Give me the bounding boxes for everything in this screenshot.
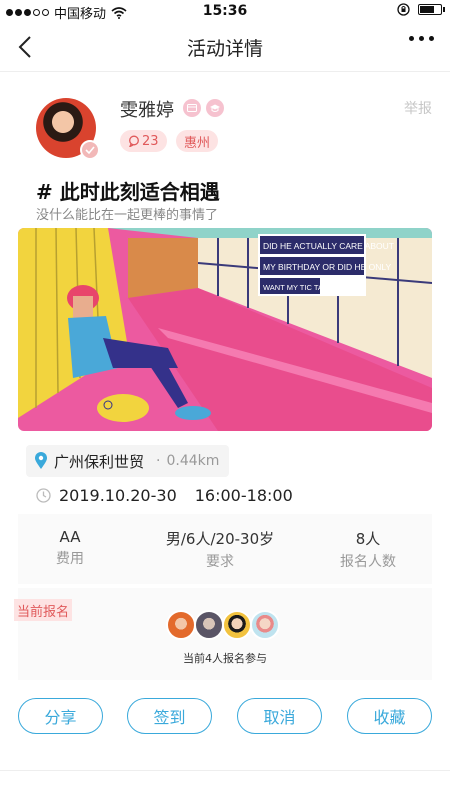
signup-count-value: 8人 xyxy=(355,530,381,548)
activity-hours: 16:00-18:00 xyxy=(194,486,293,505)
battery-icon xyxy=(418,4,445,15)
avatar[interactable] xyxy=(194,610,224,640)
participant-avatars[interactable] xyxy=(166,610,280,640)
message-count-tag: 23 xyxy=(120,130,167,152)
report-link[interactable]: 举报 xyxy=(404,98,432,118)
checkin-button[interactable]: 签到 xyxy=(127,698,212,734)
location-pin-icon xyxy=(35,452,47,469)
graduate-cap-icon xyxy=(206,99,224,117)
activity-date: 2019.10.20-30 xyxy=(59,486,177,505)
fee-info: AA 费用 xyxy=(40,528,100,568)
signup-label: 当前报名 xyxy=(14,599,73,621)
requirement-label: 要求 xyxy=(206,554,234,570)
requirement-info: 男/6人/20-30岁 要求 xyxy=(145,528,295,571)
bottom-divider xyxy=(0,770,450,771)
fee-label: 费用 xyxy=(56,551,84,567)
favorite-button[interactable]: 收藏 xyxy=(347,698,432,734)
info-panel: AA 费用 男/6人/20-30岁 要求 8人 报名人数 xyxy=(18,514,432,584)
clock-icon xyxy=(36,488,51,503)
location-distance: 0.44km xyxy=(166,453,220,469)
location-separator: · xyxy=(156,453,161,469)
vip-card-icon xyxy=(183,99,201,117)
share-button[interactable]: 分享 xyxy=(18,698,103,734)
cover-caption-line-1: DID HE ACTUALLY CARE ABOUT xyxy=(263,241,394,251)
avatar-verified-icon xyxy=(80,140,100,160)
time-row: 2019.10.20-30 16:00-18:00 xyxy=(36,486,293,505)
fee-value: AA xyxy=(59,528,81,546)
more-dots-icon[interactable] xyxy=(409,36,434,41)
message-count: 23 xyxy=(142,133,159,149)
activity-cover-image[interactable]: DID HE ACTUALLY CARE ABOUT MY BIRTHDAY O… xyxy=(18,228,432,431)
status-right xyxy=(397,3,445,16)
requirement-value: 男/6人/20-30岁 xyxy=(165,530,275,548)
city-tag: 惠州 xyxy=(176,130,219,152)
avatar[interactable] xyxy=(250,610,280,640)
cancel-button[interactable]: 取消 xyxy=(237,698,322,734)
signup-count-label: 报名人数 xyxy=(340,554,396,570)
user-name: 雯雅婷 xyxy=(120,100,174,121)
orientation-lock-icon xyxy=(397,3,410,16)
status-time: 15:36 xyxy=(202,3,248,19)
cover-caption-line-3: WANT MY TIC TACS? xyxy=(263,283,337,292)
page-title: 活动详情 xyxy=(186,38,263,60)
nav-bar: 活动详情 xyxy=(0,22,450,72)
message-icon xyxy=(129,135,139,147)
signup-summary: 当前4人报名参与 xyxy=(183,652,267,665)
location-name: 广州保利世贸 xyxy=(54,452,145,471)
status-bar: 中国移动 15:36 xyxy=(0,0,450,22)
avatar[interactable] xyxy=(166,610,196,640)
activity-subtitle: 没什么能比在一起更棒的事情了 xyxy=(36,208,219,223)
cover-caption-line-2: MY BIRTHDAY OR DID HE ONLY xyxy=(263,262,391,272)
avatar[interactable] xyxy=(222,610,252,640)
activity-title: # 此时此刻适合相遇 xyxy=(36,180,220,204)
location-chip[interactable]: 广州保利世贸 · 0.44km xyxy=(26,445,230,477)
signup-count-info: 8人 报名人数 xyxy=(328,528,408,571)
user-badges xyxy=(183,99,224,117)
